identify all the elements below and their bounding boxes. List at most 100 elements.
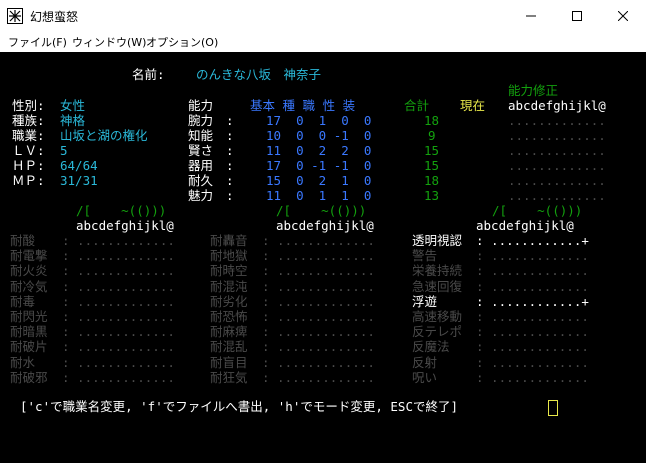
app-icon <box>7 8 23 24</box>
resist-label: 耐水 <box>10 354 36 370</box>
stat-name: 腕力 <box>188 113 214 128</box>
resist-label: 耐毒 <box>10 293 36 309</box>
resist-flags: : ............. <box>476 339 589 355</box>
resist-flags: : ............. <box>476 324 589 340</box>
maximize-button[interactable] <box>554 0 600 31</box>
race-value: 神格 <box>60 113 86 128</box>
resist-label: 耐閃光 <box>10 309 48 324</box>
stat-total: 15 <box>424 158 440 173</box>
stats-header: 能力 <box>188 98 214 113</box>
stat-values: 15 0 2 1 0 <box>266 173 372 188</box>
minimize-button[interactable] <box>508 0 554 31</box>
resist-label: 耐時空 <box>210 263 248 279</box>
resist-label: 耐暗黒 <box>10 324 48 340</box>
resist-label: 反テレポ <box>412 324 463 340</box>
stat-values: 17 0 1 0 0 <box>266 113 372 128</box>
minimize-icon <box>526 15 536 16</box>
resist-label: 反射 <box>412 354 438 370</box>
resist-label: 栄養持続 <box>412 263 463 279</box>
close-icon <box>618 10 628 21</box>
stat-bonus-dots: ............. <box>508 158 606 173</box>
menu-window[interactable]: ウィンドウ(W) <box>72 34 146 50</box>
stat-total: 15 <box>424 143 440 158</box>
resist-label: 耐轟音 <box>210 233 248 248</box>
resist-label: 耐破片 <box>10 339 48 355</box>
text-cursor <box>548 400 558 416</box>
stat-bonus-dots: ............. <box>508 188 606 203</box>
resist-flags: : ............. <box>262 233 375 248</box>
resist-flags: : ............. <box>262 309 375 324</box>
resist-label: 耐破邪 <box>10 369 48 385</box>
stats-current-header: 現在 <box>460 98 486 113</box>
resist-label: 耐混沌 <box>210 278 248 294</box>
resist-flags: : ............+ <box>476 293 589 309</box>
equipment-glyphs: /[ ~(())) <box>76 203 167 218</box>
stat-values: 17 0 -1 -1 0 <box>266 158 372 173</box>
resist-label: 耐火炎 <box>10 263 48 279</box>
resist-label: 呪い <box>412 369 438 385</box>
resist-flags: : ............. <box>262 369 375 385</box>
stat-total: 13 <box>424 188 440 203</box>
resist-label: 高速移動 <box>412 309 463 324</box>
class-value: 山坂と湖の権化 <box>60 128 148 143</box>
resist-label: 浮遊 <box>412 293 438 309</box>
resist-flags: : ............. <box>62 369 175 385</box>
stat-name: 耐久 <box>188 173 214 188</box>
title-bar: 幻想蛮怒 <box>0 0 646 31</box>
stat-bonus-dots: ............. <box>508 173 606 188</box>
maximize-icon <box>572 10 582 21</box>
command-prompt: ['c'で職業名変更, 'f'でファイルへ書出, 'h'でモード変更, ESCで… <box>20 399 459 414</box>
stat-bonus-dots: ............. <box>508 143 606 158</box>
mp-value: 31/31 <box>60 173 98 188</box>
stat-name: 魅力 <box>188 188 214 203</box>
equipment-slots: abcdefghijkl@ <box>76 218 174 233</box>
stat-bonus-dots: ............. <box>508 128 606 143</box>
resist-flags: : ............+ <box>476 233 589 248</box>
terminal-screen[interactable]: 名前: のんきな八坂 神奈子 能力修正 性別: 女性 種族: 神格 職業: 山坂… <box>0 52 646 463</box>
close-button[interactable] <box>600 0 646 31</box>
lv-label: ＬＶ: <box>12 143 45 158</box>
stat-name: 賢さ <box>188 143 214 158</box>
resist-flags: : ............. <box>262 293 375 309</box>
race-label: 種族: <box>12 113 45 128</box>
lv-value: 5 <box>60 143 68 158</box>
menu-option[interactable]: オプション(O) <box>146 34 218 50</box>
stats-total-header: 合計 <box>404 98 430 113</box>
resist-flags: : ............. <box>262 248 375 264</box>
resist-flags: : ............. <box>476 369 589 385</box>
equipment-slots: abcdefghijkl@ <box>476 218 574 233</box>
resist-label: 反魔法 <box>412 339 450 355</box>
stat-total: 9 <box>428 128 436 143</box>
stats-column-headers: 基本 種 職 性 装 <box>250 98 356 113</box>
menu-file[interactable]: ファイル(F) <box>8 34 67 50</box>
bonus-slot-header: abcdefghijkl@ <box>508 98 606 113</box>
stat-name: 器用 <box>188 158 214 173</box>
resist-flags: : ............. <box>62 248 175 264</box>
resist-flags: : ............. <box>62 293 175 309</box>
resist-label: 急速回復 <box>412 278 463 294</box>
resist-label: 耐酸 <box>10 233 36 248</box>
resist-label: 耐盲目 <box>210 354 248 370</box>
resist-flags: : ............. <box>62 354 175 370</box>
resist-flags: : ............. <box>62 278 175 294</box>
sex-value: 女性 <box>60 98 86 113</box>
resist-flags: : ............. <box>62 309 175 324</box>
resist-label: 耐混乱 <box>210 339 248 355</box>
resist-flags: : ............. <box>476 263 589 279</box>
class-label: 職業: <box>12 128 45 143</box>
resist-label: 透明視認 <box>412 233 463 248</box>
equipment-slots: abcdefghijkl@ <box>276 218 374 233</box>
resist-flags: : ............. <box>62 324 175 340</box>
resist-label: 警告 <box>412 248 438 264</box>
hp-value: 64/64 <box>60 158 98 173</box>
equipment-glyphs: /[ ~(())) <box>276 203 367 218</box>
resist-flags: : ............. <box>62 263 175 279</box>
resist-label: 耐地獄 <box>210 248 248 264</box>
resist-label: 耐冷気 <box>10 278 48 294</box>
resist-flags: : ............. <box>476 354 589 370</box>
character-name: のんきな八坂 神奈子 <box>196 67 322 82</box>
resist-flags: : ............. <box>476 278 589 294</box>
resist-flags: : ............. <box>262 354 375 370</box>
hp-label: ＨＰ: <box>12 158 45 173</box>
sex-label: 性別: <box>12 98 45 113</box>
